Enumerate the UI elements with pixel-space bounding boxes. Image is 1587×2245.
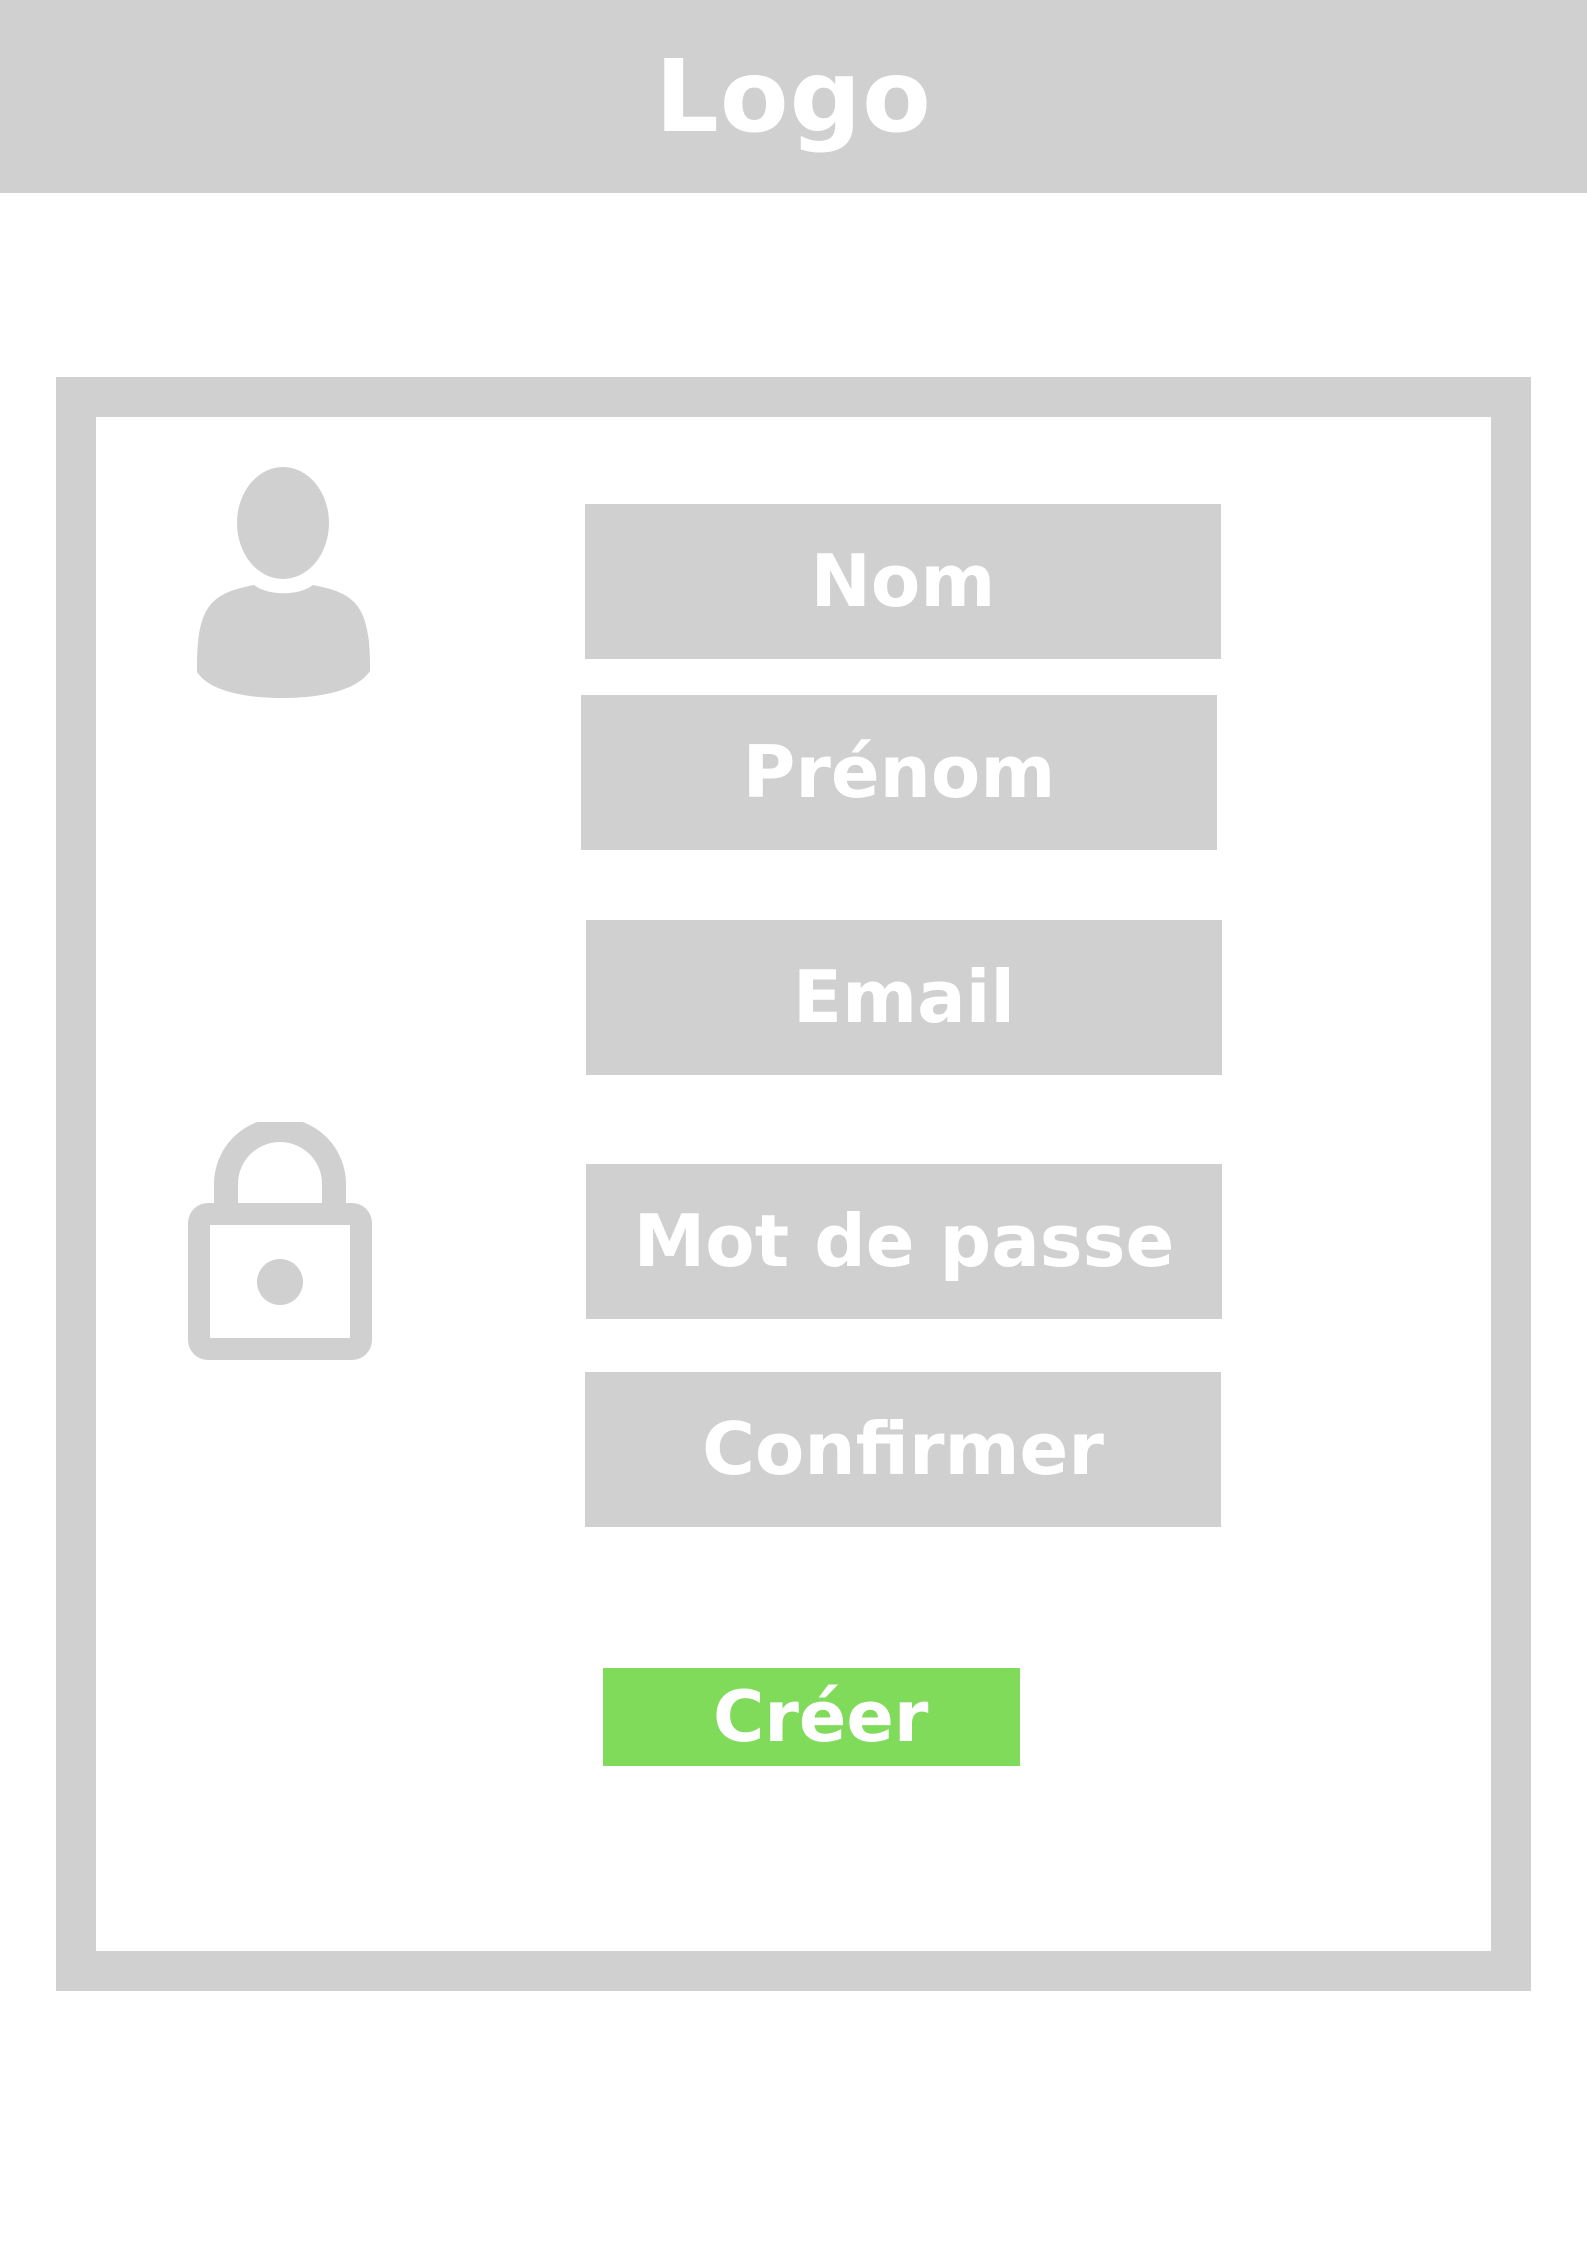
logo: Logo (655, 38, 932, 155)
prenom-field[interactable]: Prénom (581, 695, 1217, 850)
create-button-label: Créer (713, 1676, 929, 1758)
confirm-password-field[interactable]: Confirmer (585, 1372, 1221, 1527)
nom-field[interactable]: Nom (585, 504, 1221, 659)
lock-icon (188, 1122, 372, 1360)
create-button[interactable]: Créer (603, 1668, 1020, 1766)
email-field[interactable]: Email (586, 920, 1222, 1075)
user-icon (197, 467, 370, 698)
password-field[interactable]: Mot de passe (586, 1164, 1222, 1319)
page-header: Logo (0, 0, 1587, 193)
